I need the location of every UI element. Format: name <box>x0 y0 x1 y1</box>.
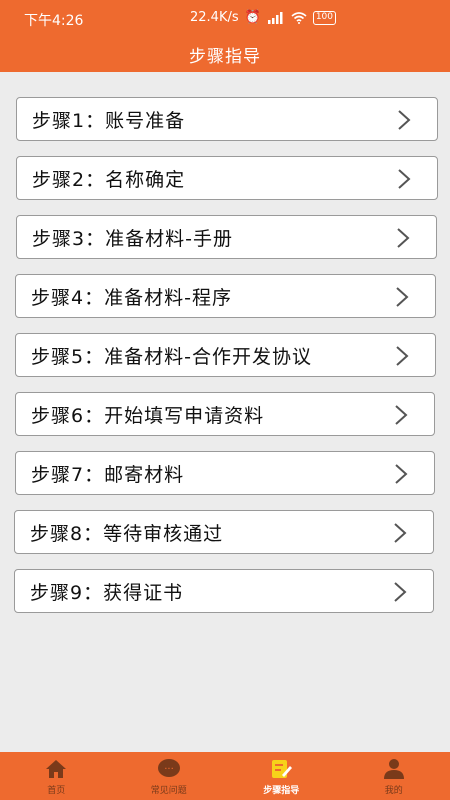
chevron-right-icon <box>396 287 409 307</box>
chevron-right-icon <box>398 169 411 189</box>
tab-label: 步骤指导 <box>263 786 300 796</box>
step-label: 步骤2：名称确定 <box>32 168 186 191</box>
chevron-right-icon <box>395 464 408 484</box>
step-item-1[interactable]: 步骤1：账号准备 <box>16 97 438 141</box>
tab-home[interactable]: 首页 <box>0 752 113 800</box>
chevron-right-icon <box>397 228 410 248</box>
step-label: 步骤7：邮寄材料 <box>31 463 185 486</box>
step-label: 步骤9：获得证书 <box>30 581 184 604</box>
tab-steps[interactable]: 步骤指导 <box>225 752 338 800</box>
step-item-8[interactable]: 步骤8：等待审核通过 <box>14 510 434 554</box>
tab-label: 常见问题 <box>150 786 187 796</box>
step-item-6[interactable]: 步骤6：开始填写申请资料 <box>15 392 435 436</box>
step-item-9[interactable]: 步骤9：获得证书 <box>14 569 434 613</box>
chevron-right-icon <box>394 523 407 543</box>
tab-label: 首页 <box>47 786 66 796</box>
step-label: 步骤6：开始填写申请资料 <box>31 404 265 427</box>
chevron-right-icon <box>395 405 408 425</box>
step-label: 步骤8：等待审核通过 <box>30 522 224 545</box>
step-item-4[interactable]: 步骤4：准备材料-程序 <box>15 274 436 318</box>
step-label: 步骤5：准备材料-合作开发协议 <box>31 345 312 368</box>
step-label: 步骤3：准备材料-手册 <box>32 227 233 250</box>
home-icon <box>46 760 67 778</box>
chevron-right-icon <box>394 582 407 602</box>
signal-icon <box>267 11 283 24</box>
svg-text:···: ··· <box>164 764 174 775</box>
tab-label: 我的 <box>384 786 403 796</box>
app-header: 下午4:26 22.4K/s ⏰ 100 步骤指导 <box>0 0 450 72</box>
user-icon <box>383 759 404 779</box>
faq-icon: ··· <box>157 759 180 777</box>
wifi-icon <box>291 11 307 24</box>
step-item-7[interactable]: 步骤7：邮寄材料 <box>15 451 435 495</box>
chevron-right-icon <box>398 110 411 130</box>
step-label: 步骤1：账号准备 <box>32 109 186 132</box>
status-bar: 下午4:26 22.4K/s ⏰ 100 <box>0 0 450 36</box>
chevron-right-icon <box>396 346 409 366</box>
battery-icon: 100 <box>312 10 336 25</box>
tab-mine[interactable]: 我的 <box>338 752 450 800</box>
status-time: 下午4:26 <box>24 13 84 29</box>
step-item-3[interactable]: 步骤3：准备材料-手册 <box>16 215 437 259</box>
bottom-tab-bar: 首页 ··· 常见问题 步骤指导 我的 <box>0 752 450 800</box>
network-speed: 22.4K/s <box>190 10 239 25</box>
status-indicators: 22.4K/s ⏰ 100 <box>190 10 336 25</box>
edit-note-icon <box>272 760 293 778</box>
step-item-2[interactable]: 步骤2：名称确定 <box>16 156 438 200</box>
tab-faq[interactable]: ··· 常见问题 <box>113 752 226 800</box>
step-label: 步骤4：准备材料-程序 <box>31 286 232 309</box>
page-title: 步骤指导 <box>189 47 261 67</box>
step-item-5[interactable]: 步骤5：准备材料-合作开发协议 <box>15 333 436 377</box>
alarm-icon: ⏰ <box>244 9 261 25</box>
